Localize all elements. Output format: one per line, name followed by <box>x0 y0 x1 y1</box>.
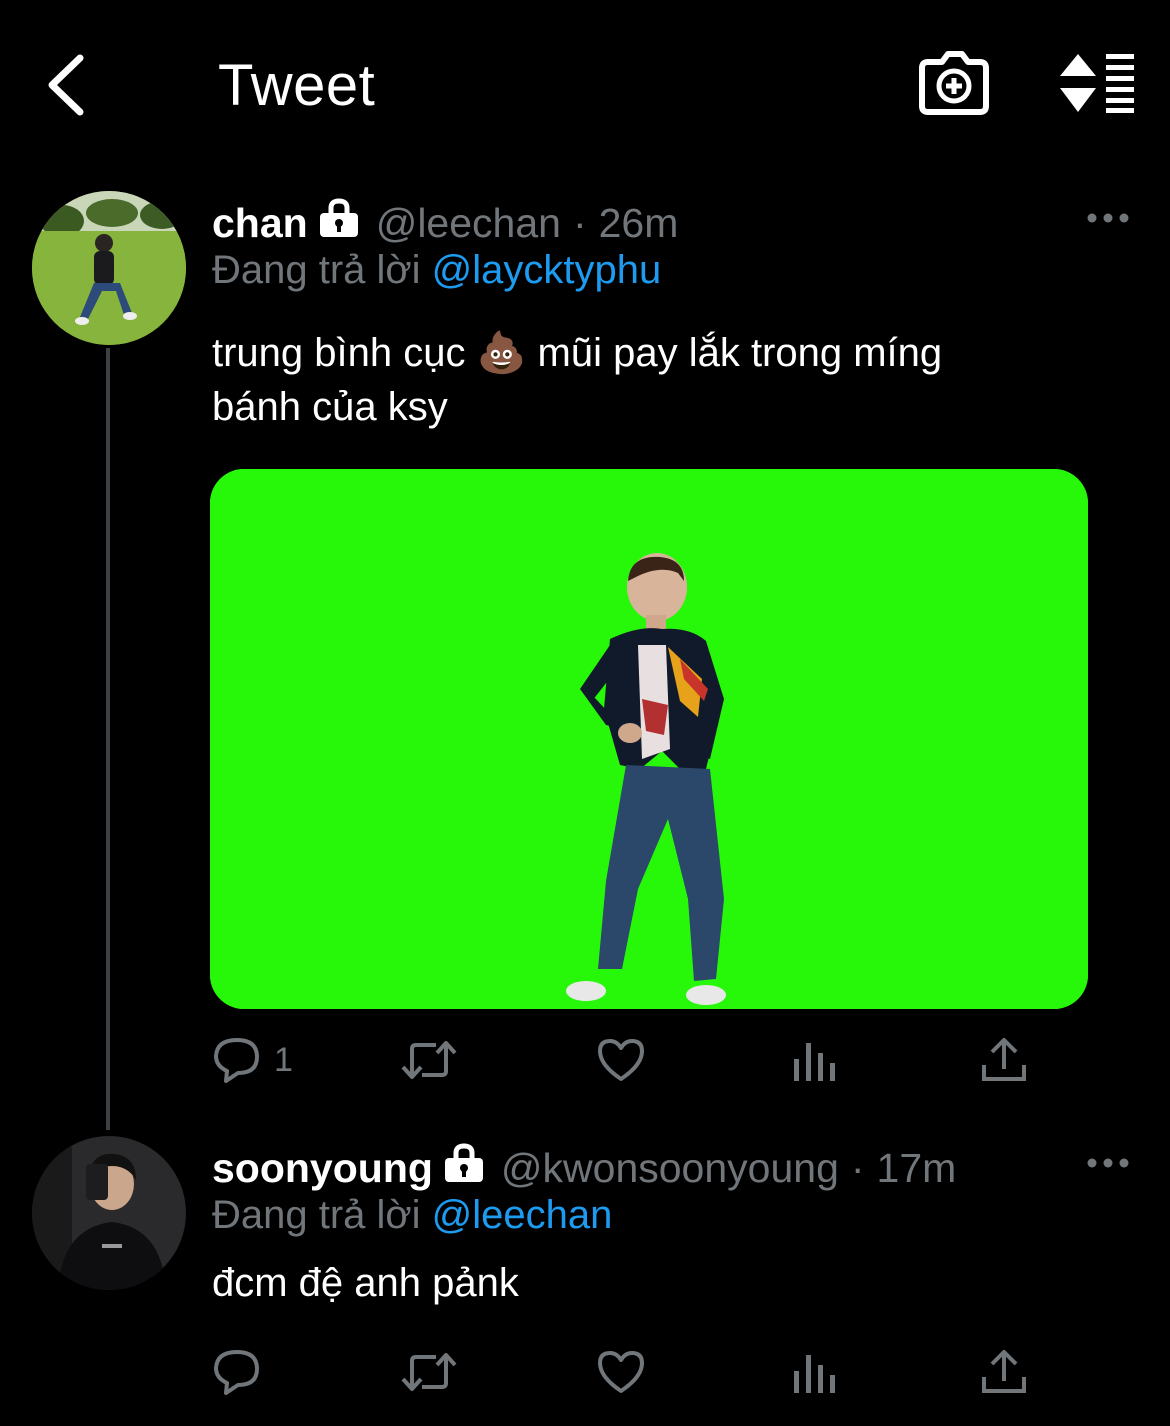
mention-link[interactable]: @laycktyphu <box>432 248 662 292</box>
timestamp[interactable]: 26m <box>599 200 679 247</box>
replying-to-label: Đang trả lời <box>212 1193 421 1237</box>
replying-to: Đang trả lời @laycktyphu <box>212 248 661 293</box>
avatar-photo <box>32 191 186 345</box>
mention-link[interactable]: @leechan <box>432 1193 613 1237</box>
tweet-media[interactable] <box>210 469 1088 1009</box>
lock-icon <box>443 1143 485 1193</box>
like-button[interactable] <box>596 1342 646 1402</box>
tweet-actions: 1 <box>0 1030 1170 1090</box>
more-horizontal-icon <box>1087 213 1129 223</box>
tweet-text: trung bình cục 💩 mũi pay lắk trong míng … <box>212 326 1072 434</box>
retweet-icon <box>401 1353 457 1391</box>
avatar[interactable] <box>32 1136 186 1290</box>
reply-count: 1 <box>274 1040 293 1079</box>
share-icon <box>982 1038 1026 1081</box>
top-bar: Tweet <box>0 0 1170 170</box>
like-button[interactable] <box>596 1030 646 1090</box>
more-horizontal-icon <box>1087 1158 1129 1168</box>
sort-icon <box>1060 54 1134 113</box>
tweet-text: đcm đệ anh pảnk <box>212 1256 1072 1310</box>
tweet-header: chan @leechan · 26m <box>212 198 678 248</box>
retweet-button[interactable] <box>400 1030 458 1090</box>
heart-icon <box>598 1351 644 1393</box>
reply-icon <box>214 1038 259 1083</box>
retweet-icon <box>401 1041 457 1079</box>
replying-to: Đang trả lời @leechan <box>212 1193 612 1238</box>
thread-connector <box>106 348 110 1130</box>
camera-plus-icon <box>919 51 989 115</box>
analytics-icon <box>794 1043 835 1081</box>
reply-button[interactable] <box>212 1342 274 1402</box>
sort-button[interactable] <box>1058 52 1138 114</box>
replying-to-label: Đang trả lời <box>212 248 421 292</box>
reply-icon <box>214 1350 259 1395</box>
more-options-button[interactable] <box>1086 1153 1130 1173</box>
chevron-left-icon <box>48 54 84 116</box>
lock-icon <box>318 198 360 248</box>
page-title: Tweet <box>218 53 376 118</box>
avatar[interactable] <box>32 191 186 345</box>
tweet-text-line: đcm đệ anh pảnk <box>212 1261 519 1305</box>
display-name[interactable]: soonyoung <box>212 1145 433 1192</box>
separator: · <box>572 199 587 246</box>
retweet-button[interactable] <box>400 1342 458 1402</box>
back-button[interactable] <box>38 50 98 120</box>
tweet-header: soonyoung @kwonsoonyoung · 17m <box>212 1143 956 1193</box>
user-handle[interactable]: @kwonsoonyoung <box>501 1145 839 1192</box>
share-button[interactable] <box>980 1030 1028 1090</box>
share-button[interactable] <box>980 1342 1028 1402</box>
analytics-button[interactable] <box>792 1342 836 1402</box>
heart-icon <box>598 1039 644 1081</box>
reply-button[interactable]: 1 <box>212 1030 293 1090</box>
tweet-actions <box>0 1342 1170 1402</box>
tweet-text-line: bánh của ksy <box>212 385 448 429</box>
separator: · <box>850 1144 865 1191</box>
timestamp[interactable]: 17m <box>877 1145 957 1192</box>
share-icon <box>982 1350 1026 1393</box>
media-image <box>210 469 1088 1009</box>
more-options-button[interactable] <box>1086 208 1130 228</box>
avatar-photo <box>32 1136 186 1290</box>
display-name[interactable]: chan <box>212 200 308 247</box>
analytics-button[interactable] <box>792 1030 836 1090</box>
tweet-text-line: trung bình cục 💩 mũi pay lắk trong míng <box>212 331 943 375</box>
camera-button[interactable] <box>918 48 990 120</box>
analytics-icon <box>794 1355 835 1393</box>
user-handle[interactable]: @leechan <box>376 200 561 247</box>
